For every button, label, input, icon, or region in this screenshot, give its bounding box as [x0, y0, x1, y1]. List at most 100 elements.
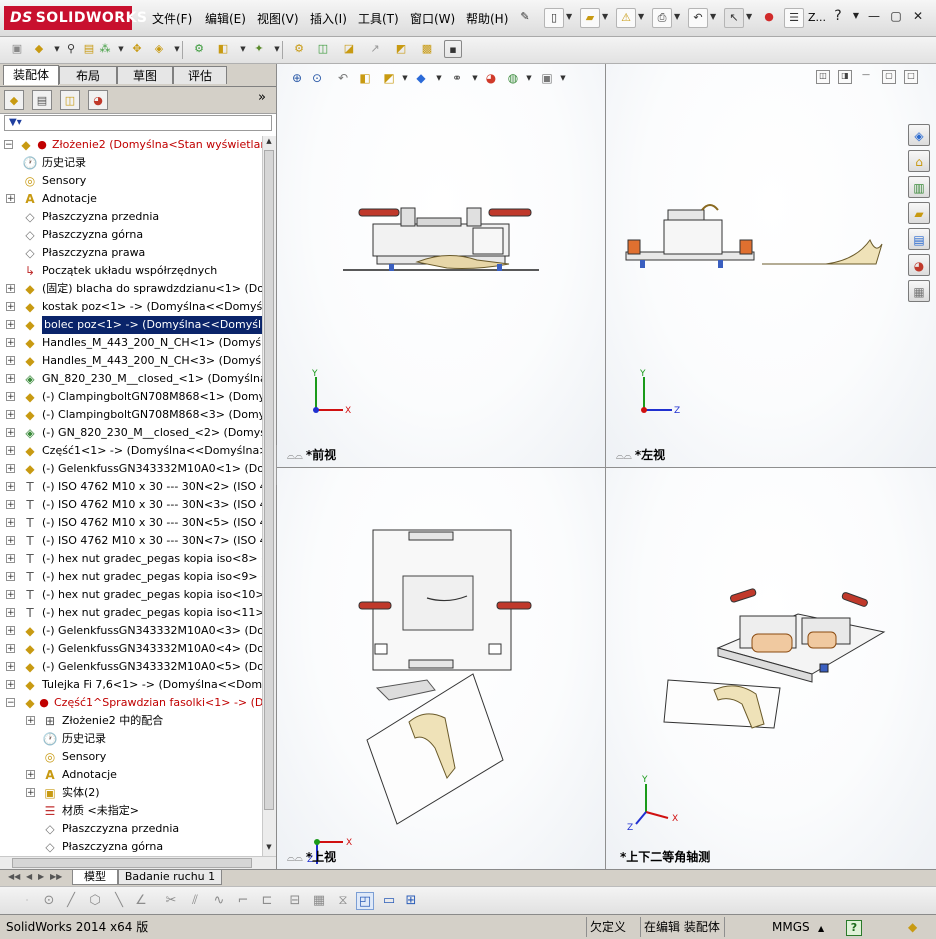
- new-document-icon[interactable]: ▯: [544, 8, 564, 28]
- expand-icon[interactable]: +: [6, 644, 15, 654]
- point-icon[interactable]: ·: [18, 892, 36, 910]
- exploded-view-icon[interactable]: ◫: [314, 40, 332, 58]
- tree-horizontal-scrollbar[interactable]: [0, 856, 276, 870]
- tree-item[interactable]: + A Adnotacje: [0, 190, 262, 208]
- units-selector[interactable]: MMGS: [772, 919, 810, 935]
- tree-item[interactable]: ◇ Płaszczyzna górna: [0, 226, 262, 244]
- update-speedpak-icon[interactable]: ◩: [392, 40, 410, 58]
- previous-tab-icon[interactable]: ◀: [26, 872, 32, 881]
- line-icon[interactable]: ╱: [62, 892, 80, 910]
- menu-view[interactable]: 视图(V): [257, 10, 299, 27]
- chevron-down-icon[interactable]: ▼: [268, 40, 286, 58]
- reference-geometry-icon[interactable]: ◧: [214, 40, 232, 58]
- expand-icon[interactable]: +: [6, 446, 15, 456]
- move-component-icon[interactable]: ✥: [128, 40, 146, 58]
- tab-assembly[interactable]: 装配体: [3, 65, 59, 85]
- menu-window[interactable]: 窗口(W): [410, 10, 455, 27]
- tree-item[interactable]: + ◈ GN_820_230_M__closed_<1> (Domyślna<St: [0, 370, 262, 388]
- chevron-down-icon[interactable]: ▼: [638, 12, 644, 21]
- expand-icon[interactable]: +: [6, 626, 15, 636]
- tree-item[interactable]: + ◆ (-) ClampingboltGN708M868<3> (Domyślna…: [0, 406, 262, 424]
- expand-icon[interactable]: +: [6, 302, 15, 312]
- expand-icon[interactable]: +: [6, 428, 15, 438]
- tree-item[interactable]: + T (-) ISO 4762 M10 x 30 --- 30N<5> (ISO …: [0, 514, 262, 532]
- slot-icon[interactable]: ⊏: [258, 892, 276, 910]
- angle-icon[interactable]: ∠: [132, 892, 150, 910]
- expand-icon[interactable]: +: [6, 194, 15, 204]
- tree-item[interactable]: ◇ Płaszczyzna górna: [0, 838, 262, 856]
- circle-icon[interactable]: ⊙: [40, 892, 58, 910]
- tree-item[interactable]: + ◆ Handles_M_443_200_N_CH<3> (Domyślna<: [0, 352, 262, 370]
- options-icon[interactable]: ☰: [784, 8, 804, 28]
- expand-icon[interactable]: +: [6, 536, 15, 546]
- select-pointer-icon[interactable]: ↖: [724, 8, 744, 28]
- tree-item[interactable]: + T (-) ISO 4762 M10 x 30 --- 30N<2> (ISO …: [0, 478, 262, 496]
- expand-icon[interactable]: +: [6, 590, 15, 600]
- expand-icon[interactable]: +: [6, 338, 15, 348]
- expand-icon[interactable]: +: [6, 320, 15, 330]
- insert-component-icon[interactable]: ▣: [8, 40, 26, 58]
- expand-icon[interactable]: +: [6, 392, 15, 402]
- warning-icon[interactable]: ⚠: [616, 8, 636, 28]
- view-layout-icon[interactable]: ▭: [380, 892, 398, 910]
- tree-item[interactable]: + ◆ Część1<1> -> (Domyślna<<Domyślna>_Sta: [0, 442, 262, 460]
- tree-item[interactable]: + T (-) hex nut gradec_pegas kopia iso<8> …: [0, 550, 262, 568]
- centerline-icon[interactable]: ╲: [110, 892, 128, 910]
- tree-item[interactable]: ↳ Początek układu współrzędnych: [0, 262, 262, 280]
- large-assembly-mode-icon[interactable]: ▪: [444, 40, 462, 58]
- expand-icon[interactable]: +: [6, 662, 15, 672]
- scroll-down-icon[interactable]: ▼: [264, 843, 274, 855]
- expand-icon[interactable]: +: [6, 518, 15, 528]
- grid-icon[interactable]: ▦: [310, 892, 328, 910]
- open-folder-icon[interactable]: ▰: [580, 8, 600, 28]
- expand-icon[interactable]: +: [26, 770, 35, 780]
- tree-item[interactable]: + ⊞ Złożenie2 中的配合: [0, 712, 262, 730]
- first-tab-icon[interactable]: ◀◀: [8, 872, 20, 881]
- tree-item[interactable]: + T (-) hex nut gradec_pegas kopia iso<9> …: [0, 568, 262, 586]
- custom-properties-icon[interactable]: ▦: [908, 280, 930, 302]
- explode-line-sketch-icon[interactable]: ◪: [340, 40, 358, 58]
- tab-layout[interactable]: 布局: [59, 66, 117, 84]
- expand-icon[interactable]: +: [6, 554, 15, 564]
- pin-icon[interactable]: ✎: [516, 8, 534, 26]
- tree-item[interactable]: + T (-) ISO 4762 M10 x 30 --- 30N<3> (ISO …: [0, 496, 262, 514]
- polygon-icon[interactable]: ⬡: [86, 892, 104, 910]
- solidworks-logo[interactable]: DS SOLIDWORKS: [4, 6, 147, 30]
- tree-item[interactable]: + T (-) hex nut gradec_pegas kopia iso<11>…: [0, 604, 262, 622]
- collapse-icon[interactable]: −: [4, 140, 13, 150]
- tree-item[interactable]: 🕐 历史记录: [0, 154, 262, 172]
- expand-icon[interactable]: +: [6, 356, 15, 366]
- offset-icon[interactable]: ⫽: [186, 892, 204, 910]
- file-explorer-icon[interactable]: ▰: [908, 202, 930, 224]
- expand-icon[interactable]: +: [6, 482, 15, 492]
- expand-icon[interactable]: +: [26, 788, 35, 798]
- rectangle-icon[interactable]: ⌐: [234, 892, 252, 910]
- take-snapshot-icon[interactable]: ▩: [418, 40, 436, 58]
- viewport-top[interactable]: X Z ⌓⌓ *上视: [277, 468, 605, 869]
- tree-vertical-scrollbar[interactable]: ▲ ▼: [262, 136, 276, 856]
- home-icon[interactable]: ⌂: [908, 150, 930, 172]
- restore-icon[interactable]: ▢: [888, 9, 904, 23]
- chevron-up-icon[interactable]: ▲: [818, 921, 824, 937]
- tab-sketch[interactable]: 草图: [117, 66, 173, 84]
- menu-tools[interactable]: 工具(T): [358, 10, 399, 27]
- scrollbar-thumb[interactable]: [264, 150, 274, 810]
- chevron-down-icon[interactable]: ▼: [566, 12, 572, 21]
- mirror-icon[interactable]: ⧖: [334, 892, 352, 910]
- tree-item[interactable]: + ◆ (固定) blacha do sprawdzdzianu<1> (Domyś…: [0, 280, 262, 298]
- chevron-down-icon[interactable]: ▼: [674, 12, 680, 21]
- tab-evaluate[interactable]: 评估: [173, 66, 227, 84]
- tree-item[interactable]: + ◆ (-) GelenkfussGN343332M10A0<1> (Domyśl…: [0, 460, 262, 478]
- table-icon[interactable]: ⊞: [402, 892, 420, 910]
- next-tab-icon[interactable]: ▶: [38, 872, 44, 881]
- show-hidden-icon[interactable]: ◈: [150, 40, 168, 58]
- chevron-down-icon[interactable]: ▼: [602, 12, 608, 21]
- design-library-icon[interactable]: ▥: [908, 176, 930, 198]
- assembly-features-icon[interactable]: ⚙: [190, 40, 208, 58]
- scroll-up-icon[interactable]: ▲: [264, 137, 274, 149]
- spline-icon[interactable]: ∿: [210, 892, 228, 910]
- tree-item[interactable]: + ◆ Handles_M_443_200_N_CH<1> (Domyślna<: [0, 334, 262, 352]
- tree-item[interactable]: + T (-) ISO 4762 M10 x 30 --- 30N<7> (ISO …: [0, 532, 262, 550]
- tree-item[interactable]: + ◆ (-) GelenkfussGN343332M10A0<4> (Domyśl…: [0, 640, 262, 658]
- viewport-left[interactable]: ◫ ◨ — ▢ □ Y Z ⌓⌓ *左视: [606, 64, 936, 467]
